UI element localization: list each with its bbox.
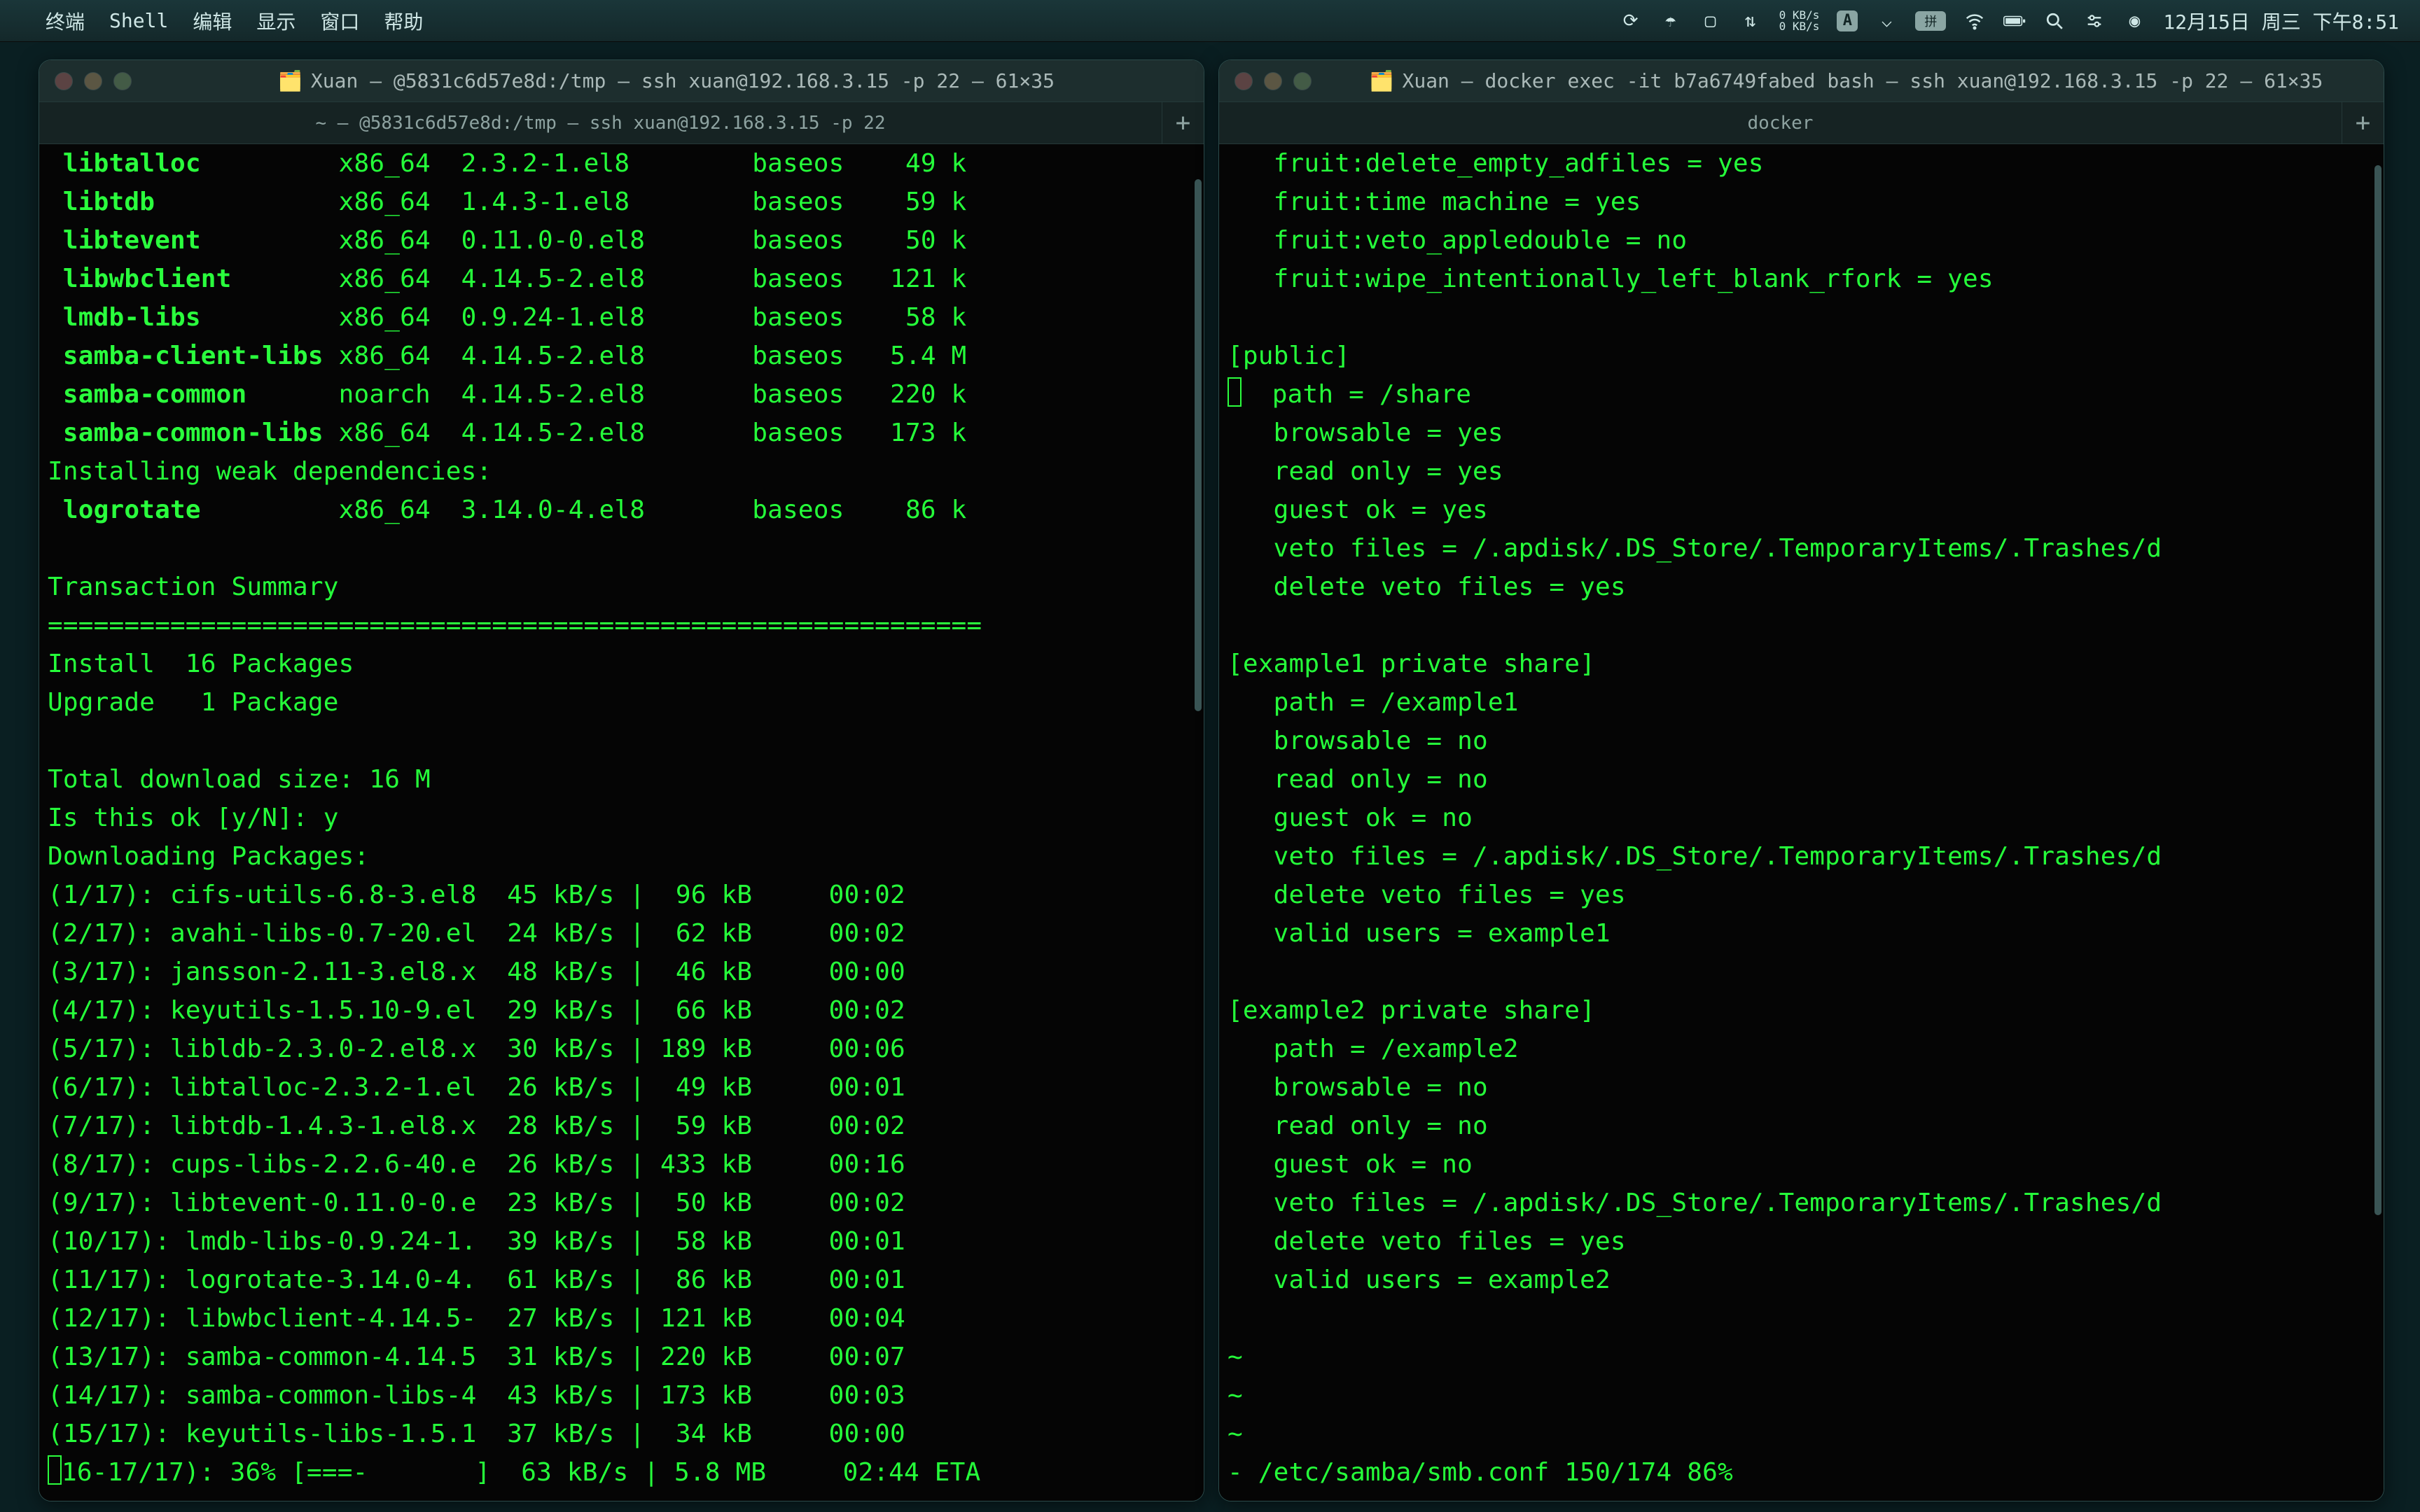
tab-add-left[interactable]: +	[1162, 102, 1204, 144]
titlebar-left[interactable]: 🗂️ Xuan — @5831c6d57e8d:/tmp — ssh xuan@…	[39, 60, 1204, 102]
tabbar-left: ~ — @5831c6d57e8d:/tmp — ssh xuan@192.16…	[39, 102, 1204, 144]
input-method-icon[interactable]: 拼	[1915, 11, 1946, 31]
menubar-item-shell[interactable]: Shell	[109, 9, 168, 32]
net-speed: 0 KB/s 0 KB/s	[1779, 10, 1820, 32]
net-down: 0 KB/s	[1779, 21, 1820, 32]
control-center-icon[interactable]	[2083, 10, 2106, 32]
menubar-right: ⟳ ☂ ▢ ⇅ 0 KB/s 0 KB/s A ⌵ 拼 ◉ 12月15日 周三 …	[1620, 7, 2399, 35]
wifi-icon[interactable]	[1963, 10, 1986, 32]
menubar-item-window[interactable]: 窗口	[320, 7, 359, 35]
siri-icon[interactable]: ◉	[2123, 10, 2146, 32]
menubar-clock[interactable]: 12月15日 周三 下午8:51	[2163, 7, 2399, 35]
tab-add-right[interactable]: +	[2342, 102, 2384, 144]
network-graph-icon[interactable]: ⇅	[1739, 10, 1762, 32]
tab-right-1[interactable]: docker	[1219, 102, 2342, 144]
desktop: 🗂️ Xuan — @5831c6d57e8d:/tmp — ssh xuan@…	[0, 42, 2420, 1512]
menubar-app-name[interactable]: 终端	[46, 7, 85, 35]
minimize-button[interactable]	[1264, 72, 1282, 90]
tab-left-1[interactable]: ~ — @5831c6d57e8d:/tmp — ssh xuan@192.16…	[39, 102, 1162, 144]
phone-icon[interactable]: ▢	[1699, 10, 1722, 32]
terminal-body-left[interactable]: libtalloc x86_64 2.3.2-1.el8 baseos 49 k…	[39, 144, 1204, 1501]
folder-icon: 🗂️	[278, 69, 302, 92]
close-button[interactable]	[1235, 72, 1253, 90]
scrollbar-left[interactable]	[1195, 179, 1202, 711]
bluetooth-icon[interactable]: ⌵	[1875, 10, 1898, 32]
maximize-button[interactable]	[113, 72, 132, 90]
scrollbar-right[interactable]	[2374, 165, 2381, 1215]
terminal-body-right[interactable]: fruit:delete_empty_adfiles = yes fruit:t…	[1219, 144, 2384, 1501]
sync-icon[interactable]: ⟳	[1620, 10, 1642, 32]
spotlight-icon[interactable]	[2043, 10, 2066, 32]
maximize-button[interactable]	[1293, 72, 1312, 90]
titlebar-right[interactable]: 🗂️ Xuan — docker exec -it b7a6749fabed b…	[1219, 60, 2384, 102]
tabbar-right: docker +	[1219, 102, 2384, 144]
title-text-right: Xuan — docker exec -it b7a6749fabed bash…	[1402, 69, 2323, 92]
folder-icon: 🗂️	[1370, 69, 1394, 92]
letter-a-icon[interactable]: A	[1837, 10, 1858, 31]
menubar-item-help[interactable]: 帮助	[384, 7, 423, 35]
battery-icon[interactable]	[2003, 10, 2026, 32]
traffic-lights-right	[1235, 72, 1312, 90]
window-title-right: 🗂️ Xuan — docker exec -it b7a6749fabed b…	[1324, 69, 2368, 92]
umbrella-icon[interactable]: ☂	[1660, 10, 1682, 32]
traffic-lights-left	[55, 72, 132, 90]
menubar-left: 终端 Shell 编辑 显示 窗口 帮助	[21, 7, 423, 35]
menubar: 终端 Shell 编辑 显示 窗口 帮助 ⟳ ☂ ▢ ⇅ 0 KB/s 0 KB…	[0, 0, 2420, 42]
menubar-item-view[interactable]: 显示	[256, 7, 295, 35]
minimize-button[interactable]	[84, 72, 102, 90]
menubar-item-edit[interactable]: 编辑	[193, 7, 232, 35]
window-title-left: 🗂️ Xuan — @5831c6d57e8d:/tmp — ssh xuan@…	[144, 69, 1188, 92]
title-text-left: Xuan — @5831c6d57e8d:/tmp — ssh xuan@192…	[311, 69, 1055, 92]
terminal-window-left: 🗂️ Xuan — @5831c6d57e8d:/tmp — ssh xuan@…	[39, 59, 1204, 1502]
close-button[interactable]	[55, 72, 73, 90]
terminal-window-right: 🗂️ Xuan — docker exec -it b7a6749fabed b…	[1218, 59, 2384, 1502]
